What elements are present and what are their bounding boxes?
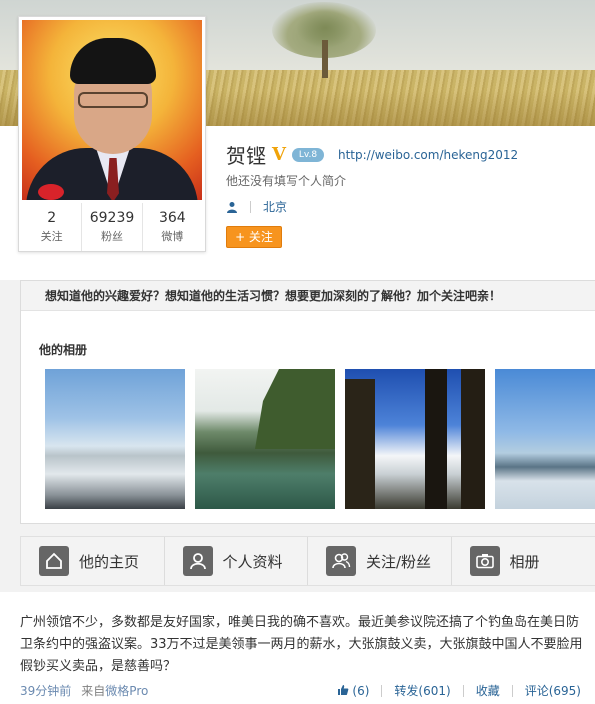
profile-icon xyxy=(182,546,213,576)
post-actions: (6) 转发(601) 收藏 评论(695) xyxy=(337,682,581,699)
users-icon xyxy=(326,546,356,576)
post-time-link[interactable]: 39分钟前 xyxy=(20,682,71,699)
profile-stats: 2 关注 69239 粉丝 364 微博 xyxy=(22,203,202,251)
album-photo[interactable] xyxy=(495,369,595,509)
home-icon xyxy=(39,546,69,576)
stat-followers[interactable]: 69239 粉丝 xyxy=(82,203,143,251)
stat-value: 69239 xyxy=(89,210,135,226)
like-count: (6) xyxy=(352,683,370,698)
post-source-link[interactable]: 微格Pro xyxy=(105,684,148,698)
album-photo[interactable] xyxy=(195,369,335,509)
tab-label: 关注/粉丝 xyxy=(366,552,432,571)
tab-follows[interactable]: 关注/粉丝 xyxy=(308,537,452,585)
stat-posts[interactable]: 364 微博 xyxy=(143,203,202,251)
stat-following[interactable]: 2 关注 xyxy=(22,203,83,251)
post-meta: 39分钟前 来自微格Pro xyxy=(20,682,148,699)
album-photo[interactable] xyxy=(345,369,485,509)
person-icon xyxy=(227,201,237,213)
favorite-button[interactable]: 收藏 xyxy=(476,682,500,699)
stat-label: 粉丝 xyxy=(100,230,123,243)
album-photo[interactable] xyxy=(45,369,185,509)
profile-url-link[interactable]: http://weibo.com/hekeng2012 xyxy=(338,148,518,162)
post-text: 广州领馆不少，多数都是友好国家，唯美日我的确不喜欢。最近美参议院还搞了个钓鱼岛在… xyxy=(20,615,583,674)
camera-icon xyxy=(469,546,500,576)
stat-value: 2 xyxy=(47,210,57,226)
stat-value: 364 xyxy=(158,210,186,226)
verified-icon[interactable]: V xyxy=(272,144,286,165)
tab-album[interactable]: 相册 xyxy=(452,537,595,585)
profile-bio: 他还没有填写个人简介 xyxy=(226,174,347,188)
profile-nav: 他的主页 个人资料 关注/粉丝 相册 xyxy=(20,536,595,586)
follow-button[interactable]: + 关注 xyxy=(226,226,282,248)
location-row: 北京 xyxy=(226,198,287,215)
post-source-prefix: 来自 xyxy=(81,684,106,698)
repost-button[interactable]: 转发(601) xyxy=(394,682,450,699)
profile-name: 贺铿 xyxy=(226,144,266,168)
post-source: 来自微格Pro xyxy=(81,682,148,699)
tab-profile[interactable]: 个人资料 xyxy=(165,537,308,585)
tab-label: 个人资料 xyxy=(222,552,283,571)
stat-label: 微博 xyxy=(161,230,184,243)
comment-button[interactable]: 评论(695) xyxy=(525,682,581,699)
tab-label: 他的主页 xyxy=(79,552,140,571)
tab-label: 相册 xyxy=(509,552,540,571)
stat-label: 关注 xyxy=(40,230,63,243)
avatar[interactable] xyxy=(22,20,202,200)
thumb-up-icon xyxy=(337,684,348,695)
post-card: 广州领馆不少，多数都是友好国家，唯美日我的确不喜欢。最近美参议院还搞了个钓鱼岛在… xyxy=(0,592,595,704)
album-panel: 想知道他的兴趣爱好？想知道他的生活习惯？想要更加深刻的了解他？加个关注吧亲！ 他… xyxy=(20,280,595,524)
like-button[interactable]: (6) xyxy=(337,683,370,698)
avatar-card: 2 关注 69239 粉丝 364 微博 xyxy=(18,16,206,252)
tab-home[interactable]: 他的主页 xyxy=(21,537,165,585)
album-title: 他的相册 xyxy=(39,343,88,357)
location-link[interactable]: 北京 xyxy=(263,198,287,215)
level-badge[interactable]: Lv.8 xyxy=(291,147,324,162)
follow-prompt-banner: 想知道他的兴趣爱好？想知道他的生活习惯？想要更加深刻的了解他？加个关注吧亲！ xyxy=(21,281,595,311)
profile-name-row: 贺铿 V Lv.8 http://weibo.com/hekeng2012 xyxy=(226,140,518,169)
